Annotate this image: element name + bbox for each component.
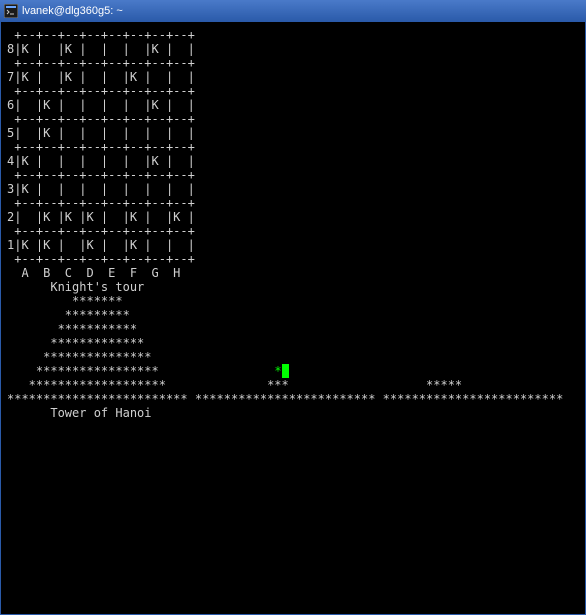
terminal-line: +--+--+--+--+--+--+--+--+ [7, 56, 579, 70]
terminal-line: Knight's tour [7, 280, 579, 294]
terminal-window: lvanek@dlg360g5: ~ +--+--+--+--+--+--+--… [0, 0, 586, 615]
terminal-line: ************* [7, 336, 579, 350]
terminal-output[interactable]: +--+--+--+--+--+--+--+--+8|K | |K | | | … [0, 22, 586, 615]
terminal-line: 6| |K | | | | |K | | [7, 98, 579, 112]
terminal-line: +--+--+--+--+--+--+--+--+ [7, 224, 579, 238]
terminal-line: *********** [7, 322, 579, 336]
terminal-line: ***************** * [7, 364, 579, 378]
terminal-line: +--+--+--+--+--+--+--+--+ [7, 28, 579, 42]
terminal-line: +--+--+--+--+--+--+--+--+ [7, 112, 579, 126]
terminal-line: A B C D E F G H [7, 266, 579, 280]
terminal-line: 8|K | |K | | | |K | | [7, 42, 579, 56]
terminal-icon [4, 4, 18, 18]
terminal-line: 2| |K |K |K | |K | |K | [7, 210, 579, 224]
terminal-line: 4|K | | | | | |K | | [7, 154, 579, 168]
terminal-line: +--+--+--+--+--+--+--+--+ [7, 168, 579, 182]
terminal-line: ********* [7, 308, 579, 322]
terminal-line: 5| |K | | | | | | | [7, 126, 579, 140]
terminal-line: ******* [7, 294, 579, 308]
terminal-line: +--+--+--+--+--+--+--+--+ [7, 196, 579, 210]
window-title: lvanek@dlg360g5: ~ [22, 5, 123, 17]
terminal-line: 3|K | | | | | | | | [7, 182, 579, 196]
terminal-line: *************** [7, 350, 579, 364]
terminal-line: +--+--+--+--+--+--+--+--+ [7, 140, 579, 154]
terminal-line: 7|K | |K | | |K | | | [7, 70, 579, 84]
terminal-line: ******************* *** ***** [7, 378, 579, 392]
titlebar[interactable]: lvanek@dlg360g5: ~ [0, 0, 586, 22]
terminal-line: +--+--+--+--+--+--+--+--+ [7, 252, 579, 266]
terminal-line: Tower of Hanoi [7, 406, 579, 420]
terminal-line: ************************* **************… [7, 392, 579, 406]
terminal-line: +--+--+--+--+--+--+--+--+ [7, 84, 579, 98]
terminal-line: 1|K |K | |K | |K | | | [7, 238, 579, 252]
terminal-cursor [282, 364, 289, 378]
